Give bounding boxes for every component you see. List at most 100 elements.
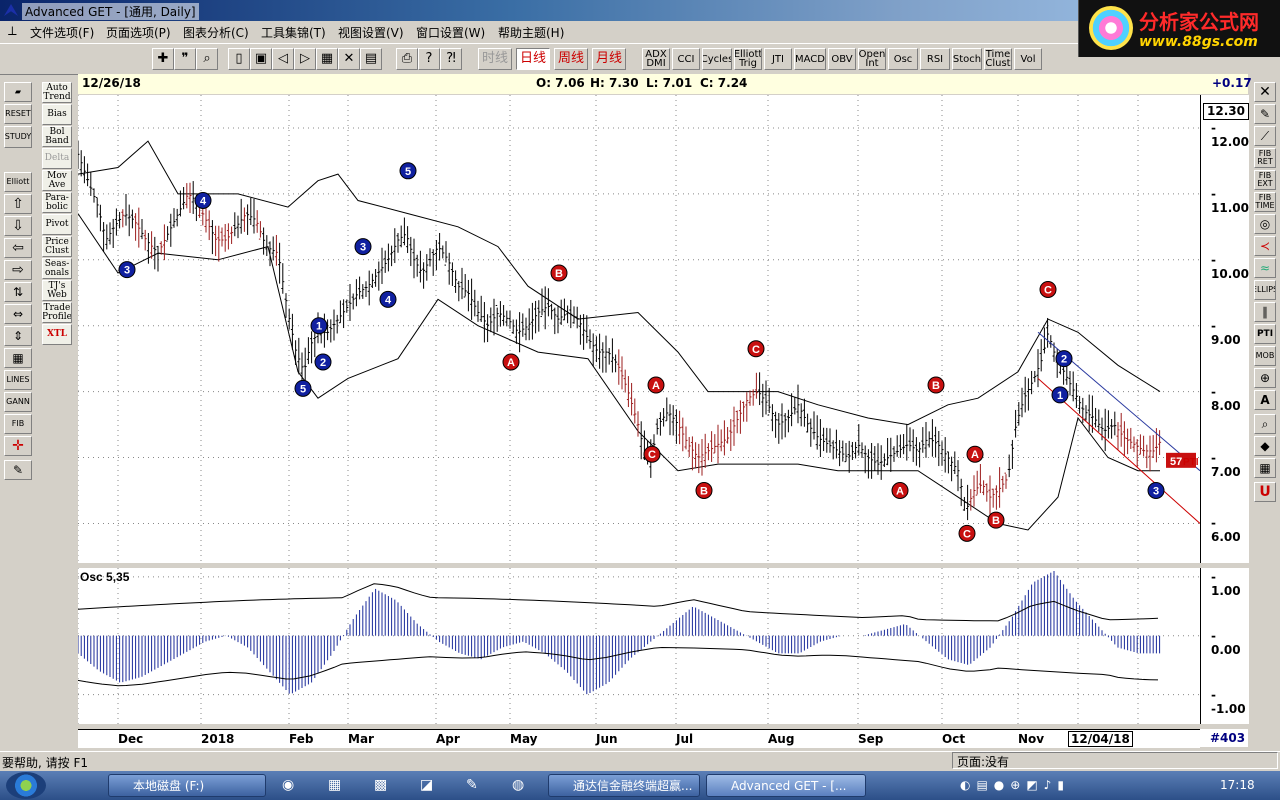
pencil-icon[interactable]: ✎	[1254, 104, 1276, 124]
browser-icon[interactable]: ◉	[282, 777, 294, 793]
channel-icon[interactable]: ∥	[1254, 302, 1276, 322]
study-seasonals[interactable]: Seas- onals	[42, 258, 72, 279]
ind-obv[interactable]: OBV	[828, 48, 856, 70]
task-tdx[interactable]: 通达信金融终端超赢...	[548, 774, 700, 797]
crosshair-icon[interactable]: ✛	[4, 436, 32, 456]
fib-circle-icon[interactable]: ◎	[1254, 214, 1276, 234]
pin-tool-icon[interactable]: ✚	[152, 48, 174, 70]
text-tool-icon[interactable]: A	[1254, 390, 1276, 410]
app-icon-5[interactable]: ✎	[466, 777, 478, 793]
study-bol-band[interactable]: Bol Band	[42, 126, 72, 147]
arrow-down-icon[interactable]: ⇩	[4, 216, 32, 236]
zoom-tool-icon[interactable]: ⌕	[1254, 414, 1276, 434]
pti-button[interactable]: PTI	[1254, 324, 1276, 344]
task-advanced-get[interactable]: Advanced GET - [...	[706, 774, 866, 797]
edit-icon[interactable]: ✎	[4, 460, 32, 480]
magnifier-icon[interactable]: ⌕	[196, 48, 218, 70]
context-help-icon[interactable]: ⁈	[440, 48, 462, 70]
forward-icon[interactable]: ▷	[294, 48, 316, 70]
study-bias[interactable]: Bias	[42, 104, 72, 125]
ind-macd[interactable]: MACD	[794, 48, 826, 70]
ind-adx-dmi[interactable]: ADX DMI	[642, 48, 670, 70]
ind-elliott-trig[interactable]: Elliott Trig	[734, 48, 762, 70]
ind-open-int[interactable]: Open Int	[858, 48, 886, 70]
ind-cci[interactable]: CCI	[672, 48, 700, 70]
price-chart[interactable]: 3 4 5 1 2 3 4 5 A B C A B C A B A C B C 2 1 3 57 PTI	[78, 95, 1200, 563]
arrow-left-icon[interactable]: ⇦	[4, 238, 32, 258]
oscillator-chart[interactable]: Osc 5,35	[78, 568, 1200, 724]
app-icon-3[interactable]: ▩	[374, 777, 387, 793]
grid-toggle-icon[interactable]: ▦	[1254, 458, 1276, 478]
expand-icon[interactable]: ⇔	[4, 304, 32, 324]
start-button[interactable]	[6, 772, 46, 799]
study-pivot[interactable]: Pivot	[42, 214, 72, 235]
period-hour[interactable]: 时线	[478, 48, 512, 70]
ind-osc[interactable]: Osc	[888, 48, 918, 70]
fib-ext-button[interactable]: FIB EXT	[1254, 170, 1276, 190]
menu-chart[interactable]: 图表分析(C)	[183, 24, 249, 41]
study-mov-ave[interactable]: Mov Ave	[42, 170, 72, 191]
back-icon[interactable]: ◁	[272, 48, 294, 70]
study-button[interactable]: STUDY	[4, 126, 32, 148]
target-icon[interactable]: ⊕	[1254, 368, 1276, 388]
menu-window[interactable]: 窗口设置(W)	[416, 24, 485, 41]
app-icon-2[interactable]: ▦	[328, 777, 341, 793]
eraser-icon[interactable]: ◆	[1254, 436, 1276, 456]
fit-icon[interactable]: ▤	[360, 48, 382, 70]
gann-button[interactable]: GANN	[4, 392, 32, 412]
app-icon-4[interactable]: ◪	[420, 777, 433, 793]
zoom-icon[interactable]: ⇕	[4, 326, 32, 346]
fan-icon[interactable]: ≺	[1254, 236, 1276, 256]
study-price-clust[interactable]: Price Clust	[42, 236, 72, 257]
fib-button[interactable]: FIB	[4, 414, 32, 434]
fib-ret-button[interactable]: FIB RET	[1254, 148, 1276, 168]
ind-jti[interactable]: JTI	[764, 48, 792, 70]
ind-stoch[interactable]: Stoch	[952, 48, 982, 70]
open-folder-icon[interactable]: ▰	[4, 82, 32, 102]
compress-icon[interactable]: ⇅	[4, 282, 32, 302]
ind-time-clust[interactable]: Time Clust	[984, 48, 1012, 70]
menu-view[interactable]: 视图设置(V)	[338, 24, 404, 41]
info-icon[interactable]: ?	[418, 48, 440, 70]
reset-button[interactable]: RESET	[4, 104, 32, 124]
ellipse-button[interactable]: ELLIPS	[1254, 280, 1276, 300]
period-month[interactable]: 月线	[592, 48, 626, 70]
fib-time-button[interactable]: FIB TIME	[1254, 192, 1276, 212]
ind-vol[interactable]: Vol	[1014, 48, 1042, 70]
study-auto-trend[interactable]: Auto Trend	[42, 82, 72, 103]
menu-tools[interactable]: 工具集锦(T)	[261, 24, 326, 41]
magnet-icon[interactable]: U	[1254, 482, 1276, 502]
pin-icon[interactable]: ⟂	[8, 24, 17, 39]
quote-icon[interactable]: ❞	[174, 48, 196, 70]
ind-rsi[interactable]: RSI	[920, 48, 950, 70]
arrow-up-icon[interactable]: ⇧	[4, 194, 32, 214]
study-tjs-web[interactable]: TJ's Web	[42, 280, 72, 301]
new-page-icon[interactable]: ▯	[228, 48, 250, 70]
close-chart-icon[interactable]: ✕	[1254, 82, 1276, 102]
task-local-disk[interactable]: 本地磁盘 (F:)	[108, 774, 266, 797]
line-tool-icon[interactable]: ⟋	[1254, 126, 1276, 146]
lines-button[interactable]: LINES	[4, 370, 32, 390]
save-icon[interactable]: ▣	[250, 48, 272, 70]
study-xtl[interactable]: XTL	[42, 324, 72, 345]
price-bar	[697, 443, 701, 474]
cross-icon[interactable]: ✕	[338, 48, 360, 70]
elliott-button[interactable]: Elliott	[4, 172, 32, 192]
arrow-right-icon[interactable]: ⇨	[4, 260, 32, 280]
menu-file[interactable]: 文件选项(F)	[30, 24, 94, 41]
menu-page[interactable]: 页面选项(P)	[106, 24, 171, 41]
period-day[interactable]: 日线	[516, 48, 550, 70]
tray-icons[interactable]: ◐▤●⊕◩♪▮	[960, 778, 1070, 792]
study-trade-profile[interactable]: Trade Profile	[42, 302, 72, 323]
period-week[interactable]: 周线	[554, 48, 588, 70]
app-icon-6[interactable]: ◍	[512, 777, 524, 793]
menu-help[interactable]: 帮助主题(H)	[498, 24, 564, 41]
study-parabolic[interactable]: Para- bolic	[42, 192, 72, 213]
grid-icon[interactable]: ▦	[316, 48, 338, 70]
table-icon[interactable]: ▦	[4, 348, 32, 368]
study-delta[interactable]: Delta	[42, 148, 72, 169]
ind-cycles[interactable]: Cycles	[702, 48, 732, 70]
wave-icon[interactable]: ≈	[1254, 258, 1276, 278]
mob-button[interactable]: MOB	[1254, 346, 1276, 366]
print-icon[interactable]: ⎙	[396, 48, 418, 70]
